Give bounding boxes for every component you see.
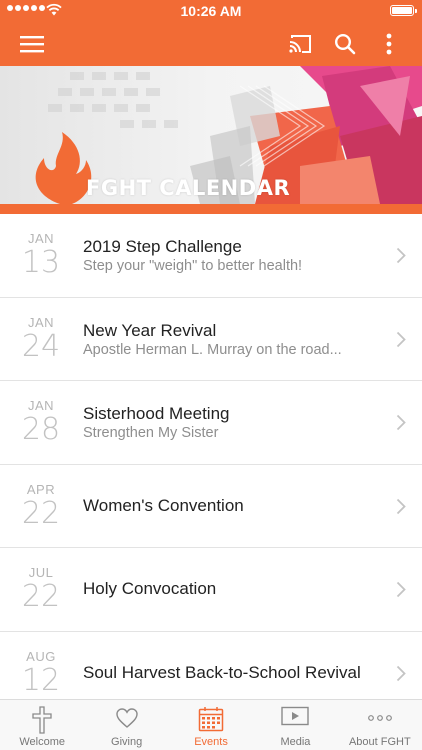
event-row[interactable]: APR 22 Women's Convention xyxy=(0,465,422,548)
tab-giving[interactable]: Giving xyxy=(84,700,168,750)
tab-label: Media xyxy=(280,736,311,748)
chevron-right-icon xyxy=(396,247,406,264)
banner-accent-strip xyxy=(0,204,422,214)
event-row[interactable]: JAN 24 New Year Revival Apostle Herman L… xyxy=(0,298,422,381)
event-title: Sisterhood Meeting xyxy=(83,404,230,423)
event-month: AUG xyxy=(26,648,56,664)
tab-bar: Welcome Giving Events Media About FGHT xyxy=(0,699,422,750)
event-row[interactable]: AUG 12 Soul Harvest Back-to-School Reviv… xyxy=(0,632,422,700)
chevron-right-icon xyxy=(396,665,406,681)
tab-label: Events xyxy=(194,736,228,748)
event-month: JAN xyxy=(27,398,55,413)
chevron-right-icon xyxy=(396,414,406,431)
play-icon xyxy=(281,706,310,726)
event-title: 2019 Step Challenge xyxy=(83,237,242,256)
event-row[interactable]: JUL 22 Holy Convocation xyxy=(0,548,422,632)
more-horizontal-icon xyxy=(367,715,392,721)
cross-icon xyxy=(32,706,52,734)
event-day: 28 xyxy=(21,412,61,447)
event-list[interactable]: JAN 13 2019 Step Challenge Step your "we… xyxy=(0,214,422,699)
event-month: APR xyxy=(26,481,56,497)
tab-label: Welcome xyxy=(19,736,66,748)
search-icon[interactable] xyxy=(329,28,361,60)
status-time: 10:26 AM xyxy=(180,3,242,19)
event-day: 22 xyxy=(21,579,61,614)
heart-icon xyxy=(115,708,138,728)
calendar-icon xyxy=(198,707,224,732)
chevron-right-icon xyxy=(396,581,406,598)
banner-title: FGHT CALENDAR xyxy=(86,176,291,200)
event-subtitle: Strengthen My Sister xyxy=(83,425,219,441)
event-subtitle: Apostle Herman L. Murray on the road... xyxy=(83,341,342,358)
event-day: 24 xyxy=(21,328,61,364)
tab-label: Giving xyxy=(111,736,143,748)
chevron-right-icon xyxy=(396,331,406,347)
event-month: JAN xyxy=(27,231,55,246)
event-title: Soul Harvest Back-to-School Revival xyxy=(83,662,361,682)
event-title: Holy Convocation xyxy=(83,579,217,598)
cast-icon[interactable] xyxy=(284,28,316,60)
event-day: 13 xyxy=(21,245,61,280)
more-vertical-icon[interactable] xyxy=(373,28,405,60)
app-bar xyxy=(0,22,422,66)
battery-icon xyxy=(390,5,417,16)
chevron-right-icon xyxy=(396,498,406,514)
event-title: Women's Convention xyxy=(83,495,244,515)
event-day: 12 xyxy=(21,662,61,698)
event-month: JUL xyxy=(28,565,54,580)
status-bar: 10:26 AM xyxy=(0,0,422,22)
event-title: New Year Revival xyxy=(83,320,217,340)
hamburger-menu-icon[interactable] xyxy=(16,28,48,60)
event-day: 22 xyxy=(21,495,61,531)
tab-media[interactable]: Media xyxy=(253,700,337,750)
event-row[interactable]: JAN 28 Sisterhood Meeting Strengthen My … xyxy=(0,381,422,465)
tab-label: About FGHT xyxy=(348,736,411,748)
event-row[interactable]: JAN 13 2019 Step Challenge Step your "we… xyxy=(0,214,422,298)
event-subtitle: Step your "weigh" to better health! xyxy=(83,258,303,274)
tab-events[interactable]: Events xyxy=(169,700,253,750)
tab-welcome[interactable]: Welcome xyxy=(0,700,84,750)
tab-about[interactable]: About FGHT xyxy=(338,700,422,750)
event-month: JAN xyxy=(27,314,55,330)
